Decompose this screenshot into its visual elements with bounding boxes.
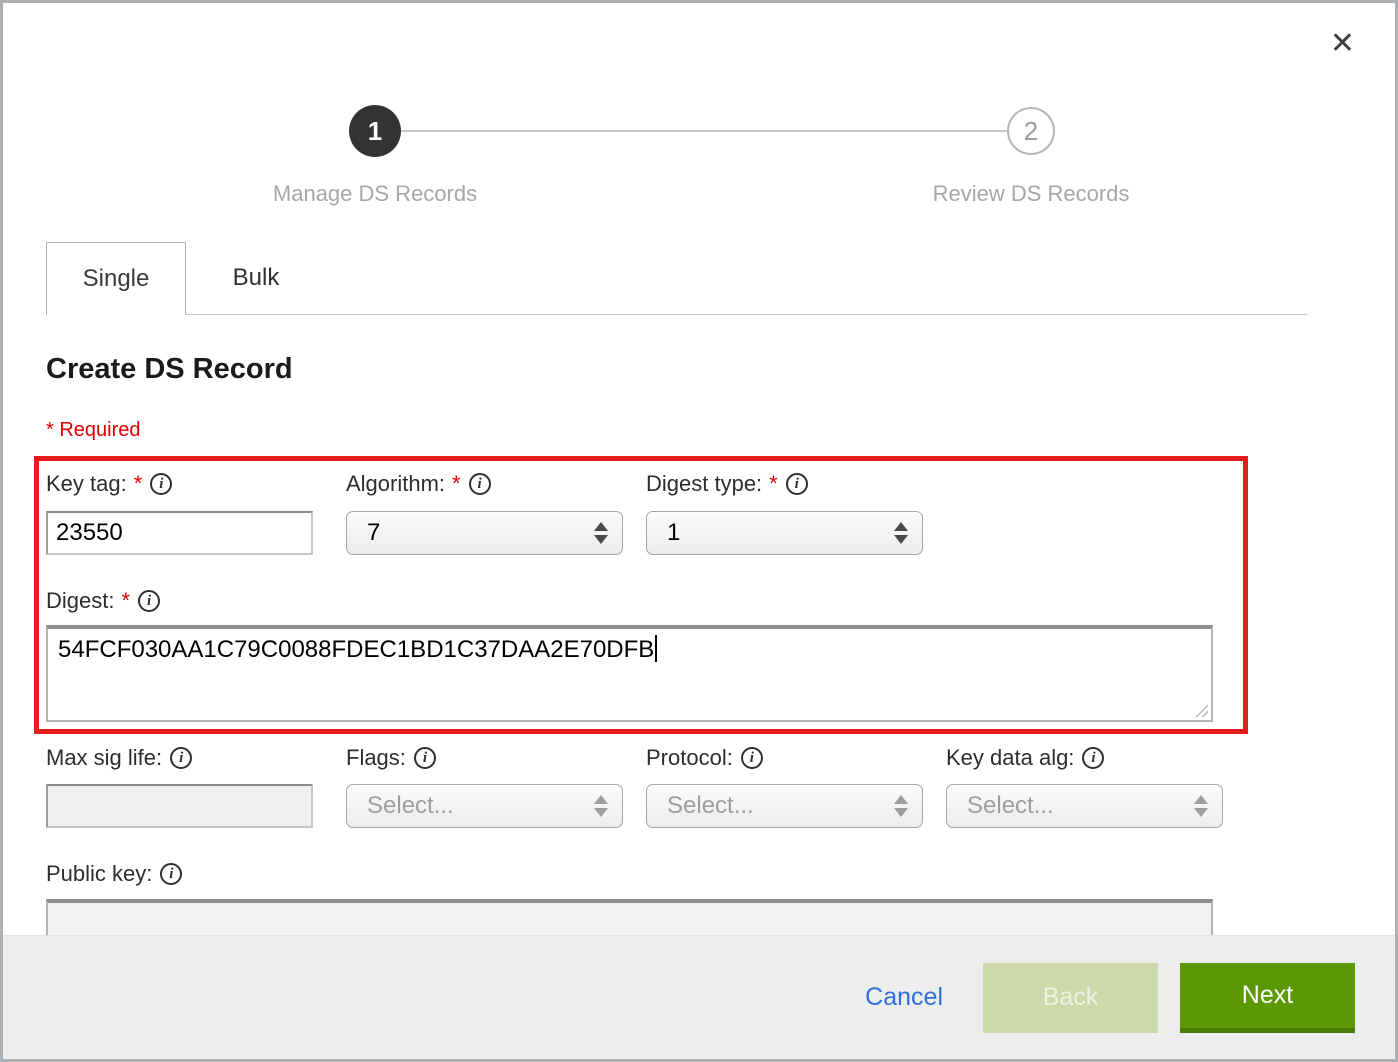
cancel-button[interactable]: Cancel bbox=[865, 983, 943, 1012]
key-tag-required-star: * bbox=[134, 471, 143, 497]
algorithm-label-text: Algorithm: bbox=[346, 471, 445, 497]
info-icon[interactable]: i bbox=[160, 863, 182, 885]
protocol-label-text: Protocol: bbox=[646, 745, 733, 771]
key-data-alg-label: Key data alg: i bbox=[946, 745, 1104, 771]
key-data-alg-label-text: Key data alg: bbox=[946, 745, 1074, 771]
max-sig-life-label: Max sig life: i bbox=[46, 745, 192, 771]
step-1-circle: 1 bbox=[349, 105, 401, 157]
step-2-number: 2 bbox=[1024, 116, 1038, 147]
digest-type-label-text: Digest type: bbox=[646, 471, 762, 497]
required-note: * Required bbox=[46, 419, 141, 442]
digest-value: 54FCF030AA1C79C0088FDEC1BD1C37DAA2E70DFB bbox=[58, 636, 654, 663]
info-icon[interactable]: i bbox=[1082, 747, 1104, 769]
back-button-label: Back bbox=[1043, 983, 1099, 1012]
algorithm-required-star: * bbox=[452, 471, 461, 497]
digest-type-select-value: 1 bbox=[667, 519, 922, 547]
public-key-label-text: Public key: bbox=[46, 861, 152, 887]
tab-single[interactable]: Single bbox=[46, 242, 186, 315]
info-icon[interactable]: i bbox=[741, 747, 763, 769]
close-icon[interactable]: ✕ bbox=[1330, 29, 1355, 59]
step-2-label: Review DS Records bbox=[933, 181, 1130, 207]
spinner-arrows-icon bbox=[894, 522, 908, 544]
back-button[interactable]: Back bbox=[983, 963, 1158, 1033]
page-title: Create DS Record bbox=[46, 353, 293, 386]
tab-bar: Single Bulk bbox=[46, 242, 1307, 315]
info-icon[interactable]: i bbox=[414, 747, 436, 769]
algorithm-label: Algorithm: * i bbox=[346, 471, 491, 497]
algorithm-select-value: 7 bbox=[367, 519, 622, 547]
flags-select-value: Select... bbox=[367, 792, 622, 820]
digest-type-label: Digest type: * i bbox=[646, 471, 808, 497]
next-button[interactable]: Next bbox=[1180, 963, 1355, 1033]
info-icon[interactable]: i bbox=[170, 747, 192, 769]
max-sig-life-label-text: Max sig life: bbox=[46, 745, 162, 771]
protocol-select[interactable]: Select... bbox=[646, 784, 923, 828]
tab-bulk-label: Bulk bbox=[233, 264, 280, 292]
flags-select[interactable]: Select... bbox=[346, 784, 623, 828]
protocol-select-value: Select... bbox=[667, 792, 922, 820]
tab-single-label: Single bbox=[83, 265, 150, 293]
key-tag-input[interactable] bbox=[46, 511, 313, 555]
resize-handle[interactable] bbox=[1192, 701, 1208, 717]
protocol-label: Protocol: i bbox=[646, 745, 763, 771]
info-icon[interactable]: i bbox=[150, 473, 172, 495]
step-1-label: Manage DS Records bbox=[273, 181, 477, 207]
info-icon[interactable]: i bbox=[786, 473, 808, 495]
digest-type-select[interactable]: 1 bbox=[646, 511, 923, 555]
tab-bulk[interactable]: Bulk bbox=[186, 242, 326, 314]
digest-type-required-star: * bbox=[769, 471, 778, 497]
spinner-arrows-icon bbox=[594, 795, 608, 817]
max-sig-life-input[interactable] bbox=[46, 784, 313, 828]
spinner-arrows-icon bbox=[894, 795, 908, 817]
digest-label-text: Digest: bbox=[46, 588, 114, 614]
step-2-circle: 2 bbox=[1007, 107, 1055, 155]
step-1-number: 1 bbox=[368, 116, 382, 147]
digest-textarea[interactable]: 54FCF030AA1C79C0088FDEC1BD1C37DAA2E70DFB bbox=[46, 625, 1213, 722]
flags-label-text: Flags: bbox=[346, 745, 406, 771]
digest-required-star: * bbox=[121, 588, 130, 614]
key-data-alg-select[interactable]: Select... bbox=[946, 784, 1223, 828]
public-key-label: Public key: i bbox=[46, 861, 182, 887]
digest-label: Digest: * i bbox=[46, 588, 160, 614]
next-button-label: Next bbox=[1242, 981, 1293, 1010]
key-tag-label: Key tag: * i bbox=[46, 471, 172, 497]
spinner-arrows-icon bbox=[1194, 795, 1208, 817]
info-icon[interactable]: i bbox=[469, 473, 491, 495]
stepper-connector bbox=[375, 130, 1031, 132]
dialog-footer: Cancel Back Next bbox=[3, 935, 1395, 1059]
create-ds-record-dialog: ✕ 1 2 Manage DS Records Review DS Record… bbox=[0, 0, 1398, 1062]
text-cursor bbox=[655, 635, 657, 662]
key-tag-label-text: Key tag: bbox=[46, 471, 127, 497]
spinner-arrows-icon bbox=[594, 522, 608, 544]
info-icon[interactable]: i bbox=[138, 590, 160, 612]
algorithm-select[interactable]: 7 bbox=[346, 511, 623, 555]
key-data-alg-select-value: Select... bbox=[967, 792, 1222, 820]
flags-label: Flags: i bbox=[346, 745, 436, 771]
